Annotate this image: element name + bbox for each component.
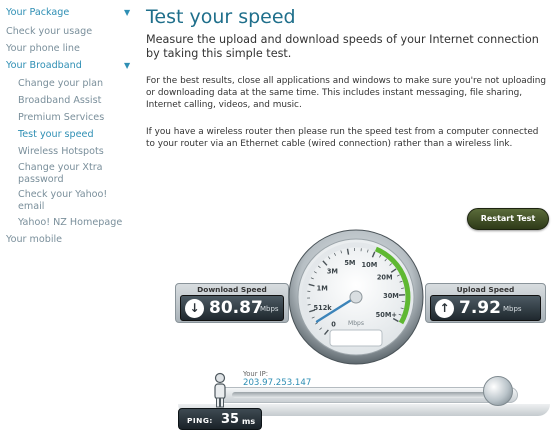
sidebar-item-your-mobile[interactable]: Your mobile: [6, 235, 62, 245]
restart-test-button[interactable]: Restart Test: [467, 208, 549, 230]
gauge-hub: [349, 290, 363, 304]
gauge-tick-label: 3M: [327, 268, 338, 276]
upload-speed-display: ↑ 7.92 Mbps: [430, 295, 541, 321]
sidebar-item-phone-line[interactable]: Your phone line: [6, 44, 80, 54]
upload-speed-unit: Mbps: [503, 305, 522, 313]
ping-value: 35: [221, 412, 240, 427]
your-ip-label: Your IP:: [243, 370, 269, 378]
user-figure-icon: [214, 372, 226, 408]
sidebar-item-change-plan[interactable]: Change your plan: [18, 79, 103, 89]
progress-track-inner: [232, 392, 486, 398]
globe-icon: [483, 376, 513, 406]
sidebar-item-change-password[interactable]: Change your Xtra password: [18, 162, 118, 186]
upload-speed-value: 7.92: [459, 298, 501, 318]
gauge-tick-label: 10M: [362, 261, 378, 269]
wireless-note-text: If you have a wireless router then pleas…: [146, 127, 539, 149]
your-ip-value: 203.97.253.147: [243, 378, 312, 388]
gauge-tick-label: 30M: [383, 292, 399, 300]
gauge-tick-label: 0: [331, 320, 336, 328]
gauge-tick-label: 20M: [377, 273, 393, 281]
sidebar-item-test-speed[interactable]: Test your speed: [18, 130, 94, 140]
gauge-tick-label: 512k: [314, 304, 333, 312]
ping-display: PING: 35 ms: [178, 408, 262, 430]
ping-label: PING:: [187, 416, 213, 425]
gauge-tick-label: 5M: [344, 259, 355, 267]
gauge-unit-label: Mbps: [348, 320, 364, 327]
sidebar-item-your-package[interactable]: Your Package: [6, 8, 69, 18]
instructions-text: For the best results, close all applicat…: [146, 76, 547, 110]
chevron-down-icon[interactable]: ▼: [124, 9, 130, 17]
sidebar-item-check-usage[interactable]: Check your usage: [6, 27, 92, 37]
sidebar-item-wireless-hotspots[interactable]: Wireless Hotspots: [18, 147, 104, 157]
speed-gauge: 0 512k 1M 3M 5M 10M 20M 30M 50M+ Mbps: [288, 229, 424, 365]
sidebar-item-your-broadband[interactable]: Your Broadband: [6, 61, 82, 71]
arrow-up-icon: ↑: [435, 299, 454, 318]
gauge-tick-label: 1M: [317, 284, 328, 292]
page-title: Test your speed: [146, 6, 296, 28]
gauge-tick-label: 50M+: [376, 311, 397, 319]
download-speed-label: Download Speed: [197, 285, 267, 294]
download-speed-unit: Mbps: [260, 305, 279, 313]
gauge-readout-box: [329, 329, 383, 347]
sidebar-item-premium-services[interactable]: Premium Services: [18, 113, 104, 123]
sidebar-item-yahoo-email[interactable]: Check your Yahoo! email: [18, 189, 118, 213]
ping-unit: ms: [242, 417, 256, 426]
chevron-down-icon[interactable]: ▼: [124, 62, 130, 70]
upload-speed-panel: Upload Speed ↑ 7.92 Mbps: [425, 283, 546, 323]
upload-speed-label: Upload Speed: [456, 285, 515, 294]
sidebar-item-yahoo-homepage[interactable]: Yahoo! NZ Homepage: [18, 218, 122, 228]
download-speed-panel: Download Speed ↓ 80.87 Mbps: [175, 283, 289, 323]
download-speed-value: 80.87: [209, 298, 263, 318]
intro-text: Measure the upload and download speeds o…: [146, 33, 539, 60]
download-speed-display: ↓ 80.87 Mbps: [180, 295, 284, 321]
sidebar-item-broadband-assist[interactable]: Broadband Assist: [18, 96, 101, 106]
arrow-down-icon: ↓: [185, 299, 204, 318]
